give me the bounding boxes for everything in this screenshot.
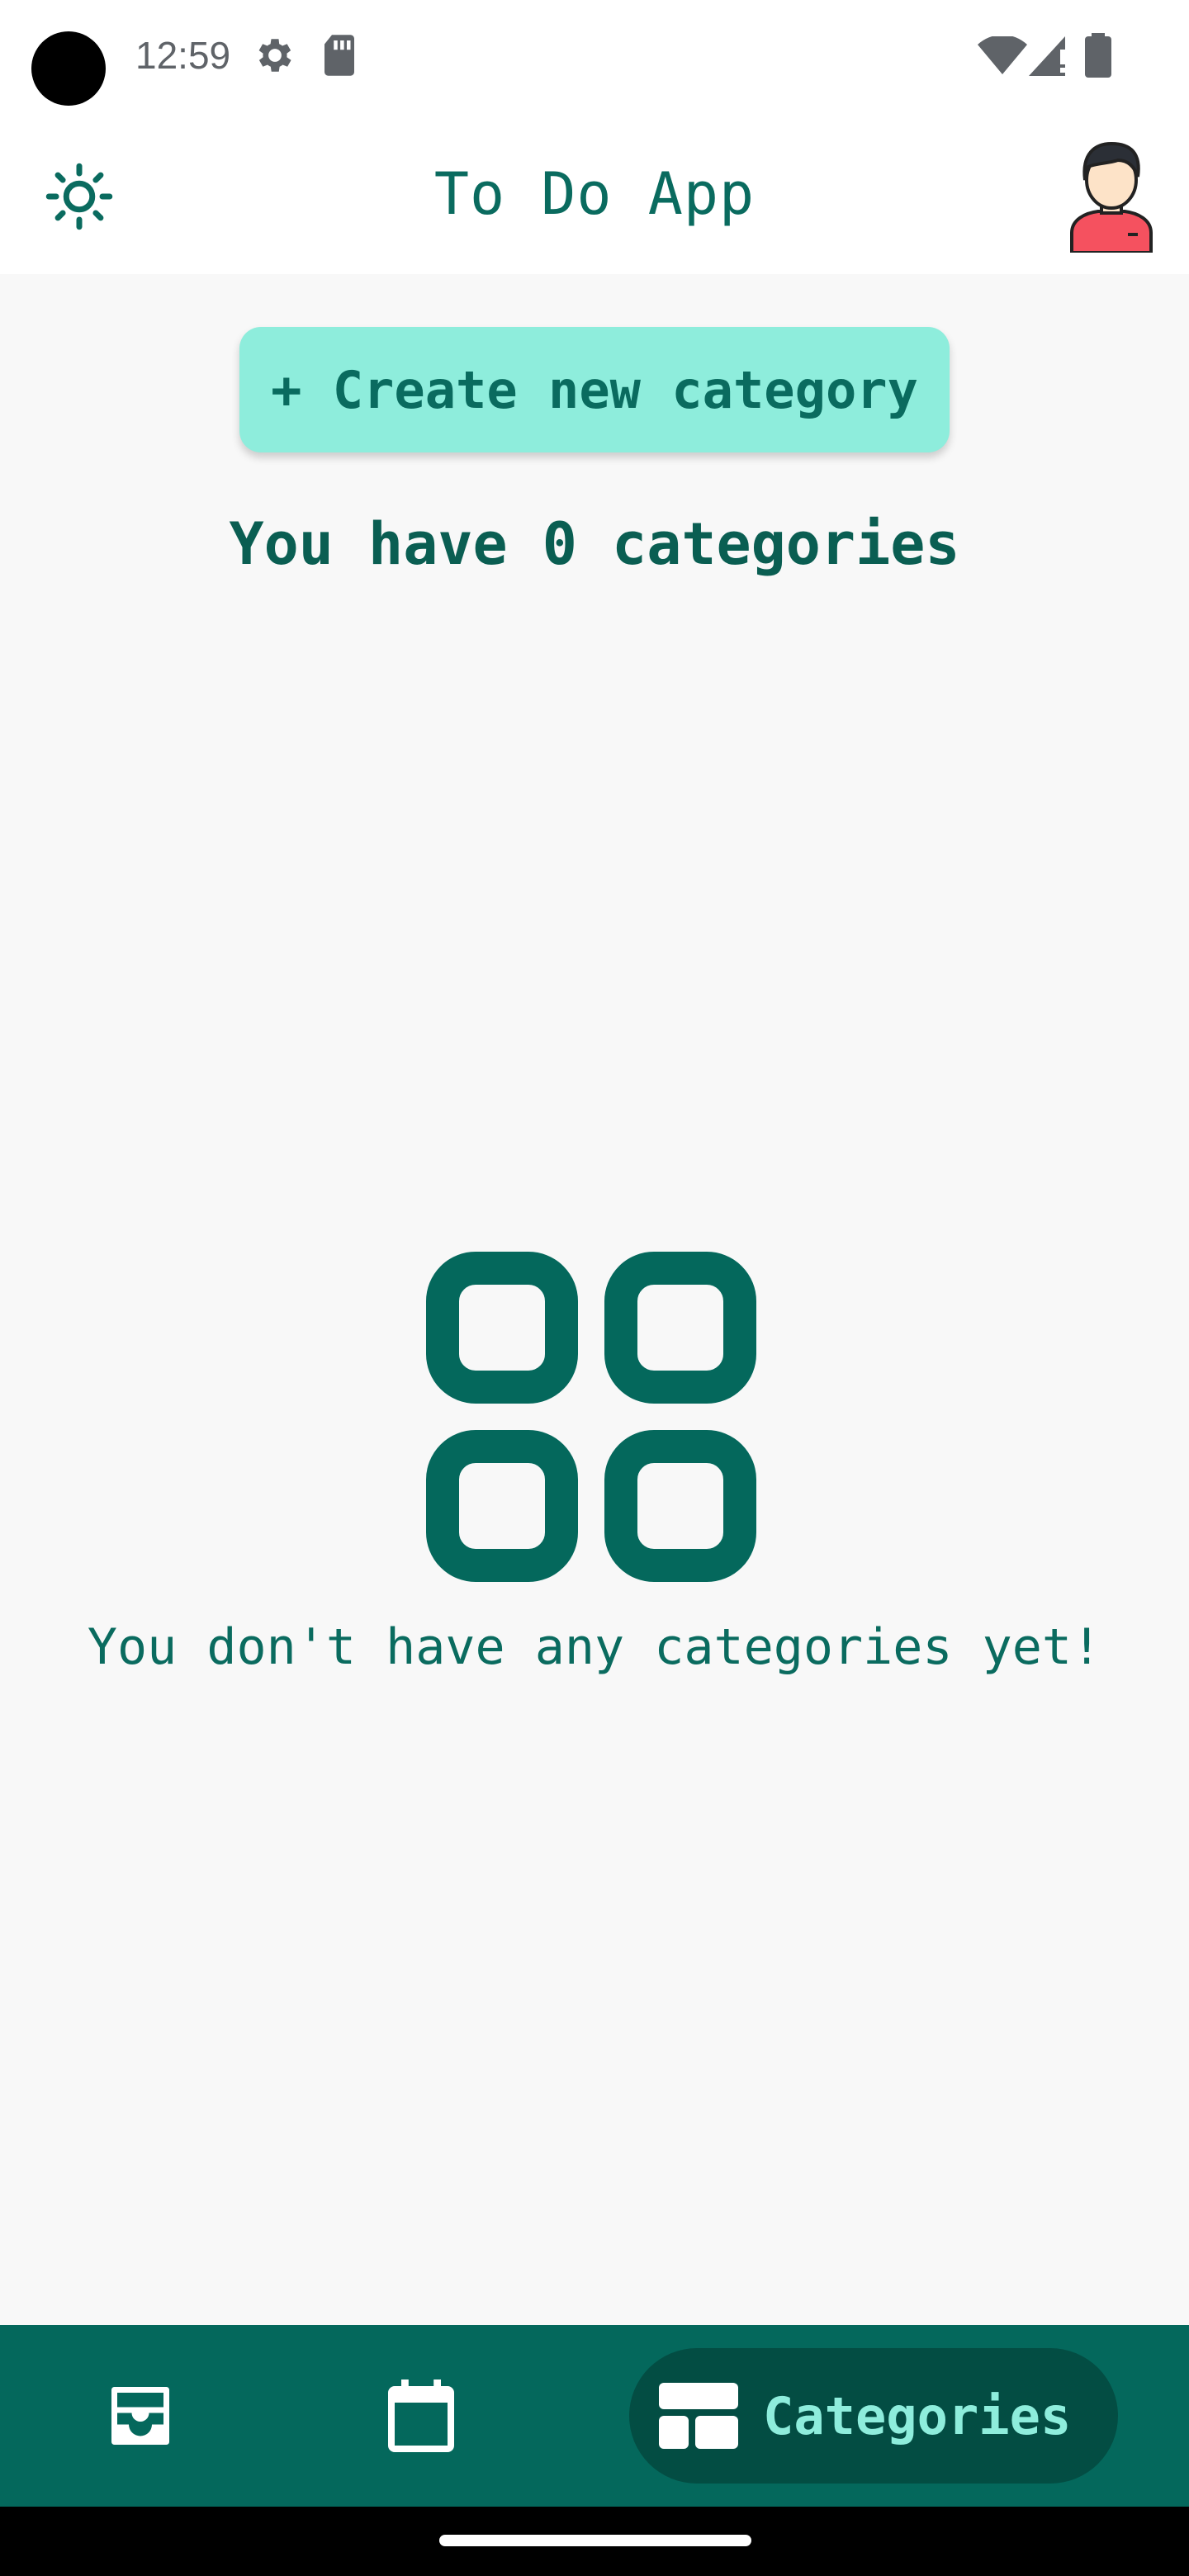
app-bar: To Do App — [0, 116, 1189, 274]
categories-count: You have 0 categories — [229, 510, 960, 578]
app-title: To Do App — [433, 160, 756, 228]
camera-cutout — [31, 31, 106, 106]
settings-icon — [258, 39, 291, 72]
signal-icon — [1029, 36, 1065, 76]
status-bar: 12:59 — [0, 0, 1189, 116]
bottom-navigation: Categories — [0, 2325, 1189, 2507]
nav-calendar-tab[interactable] — [355, 2325, 487, 2507]
nav-categories-label: Categories — [763, 2385, 1072, 2446]
avatar[interactable] — [1062, 137, 1161, 254]
grid-icon — [426, 1252, 756, 1582]
sd-card-icon — [324, 35, 354, 76]
empty-state-message: You don't have any categories yet! — [87, 1618, 1102, 1676]
create-category-button[interactable]: + Create new category — [239, 327, 950, 452]
nav-categories-tab[interactable]: Categories — [629, 2348, 1118, 2484]
status-time: 12:59 — [135, 34, 231, 77]
battery-icon — [1085, 33, 1111, 78]
inbox-icon — [111, 2387, 169, 2445]
calendar-icon — [388, 2379, 454, 2452]
avatar-icon — [1070, 141, 1153, 254]
nav-inbox-tab[interactable] — [74, 2325, 206, 2507]
home-gesture-handle[interactable] — [439, 2535, 751, 2546]
wifi-icon — [978, 36, 1027, 74]
system-navigation-bar — [0, 2507, 1189, 2576]
categories-icon — [659, 2383, 738, 2449]
